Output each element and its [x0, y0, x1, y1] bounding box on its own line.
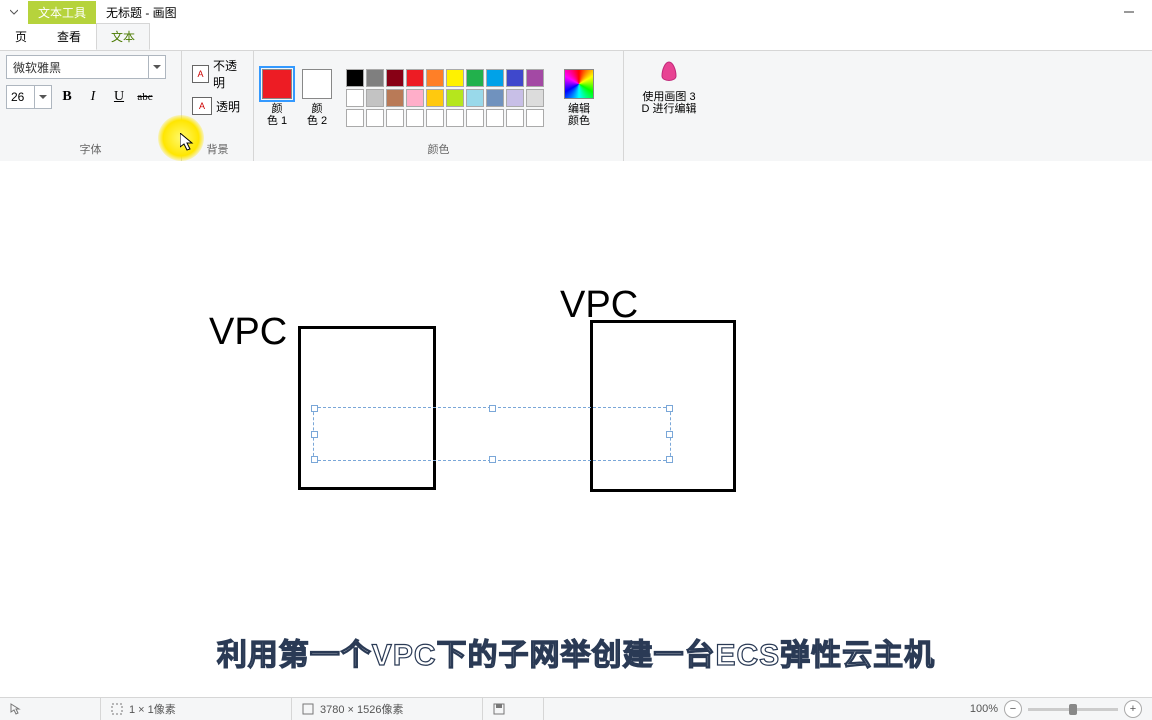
group-label-background: 背景: [188, 141, 247, 159]
opaque-option[interactable]: A 不透明: [188, 55, 247, 93]
font-family-value: 微软雅黑: [7, 59, 148, 76]
status-bar: 1 × 1像素 3780 × 1526像素 100% − +: [0, 697, 1152, 720]
text-input-box[interactable]: [313, 407, 671, 461]
ribbon-tabs: 页 查看 文本: [0, 24, 1152, 50]
palette-swatch[interactable]: [386, 109, 404, 127]
palette-swatch[interactable]: [526, 69, 544, 87]
minimize-button[interactable]: [1106, 0, 1152, 24]
palette-swatch[interactable]: [406, 69, 424, 87]
palette-swatch[interactable]: [486, 109, 504, 127]
font-size-value: 26: [7, 90, 34, 104]
palette-swatch[interactable]: [386, 69, 404, 87]
canvas-area[interactable]: VPC VPC 利用第一个VPC下的子网举创建一台ECS弹性云主机: [0, 161, 1152, 698]
chevron-down-icon[interactable]: [34, 86, 51, 108]
palette-swatch[interactable]: [346, 89, 364, 107]
edit-colors-button[interactable]: 编辑颜色: [558, 69, 600, 127]
palette-swatch[interactable]: [366, 69, 384, 87]
palette-swatch[interactable]: [526, 109, 544, 127]
group-background: A 不透明 A 透明 背景: [182, 51, 254, 161]
palette-swatch[interactable]: [446, 89, 464, 107]
palette-swatch[interactable]: [466, 69, 484, 87]
zoom-value: 100%: [970, 703, 998, 715]
cursor-dim: 1 × 1像素: [129, 701, 176, 717]
palette-swatch[interactable]: [506, 109, 524, 127]
qat-customize[interactable]: [6, 4, 22, 20]
transparent-icon: A: [192, 97, 212, 115]
zoom-slider[interactable]: [1028, 708, 1118, 711]
group-paint3d: 使用画图 3D 进行编辑: [624, 51, 714, 161]
color1-swatch: [263, 70, 291, 98]
selection-dim-icon: [111, 703, 123, 715]
palette-swatch[interactable]: [406, 89, 424, 107]
palette-swatch[interactable]: [466, 89, 484, 107]
italic-button[interactable]: I: [82, 86, 104, 108]
color2-button[interactable]: 颜色 2: [300, 69, 334, 127]
palette-swatch[interactable]: [346, 109, 364, 127]
window-title: 无标题 - 画图: [106, 4, 177, 21]
palette-swatch[interactable]: [346, 69, 364, 87]
canvas-rect-2: [590, 320, 736, 492]
ribbon: 微软雅黑 26 B I U abc 字体: [0, 50, 1152, 162]
zoom-out-button[interactable]: −: [1004, 700, 1022, 718]
opaque-icon: A: [192, 65, 209, 83]
palette-swatch[interactable]: [446, 69, 464, 87]
group-label-colors: 颜色: [260, 141, 617, 159]
zoom-in-button[interactable]: +: [1124, 700, 1142, 718]
canvas-text-1: VPC: [209, 311, 287, 354]
title-bar: 文本工具 无标题 - 画图: [0, 0, 1152, 24]
strikethrough-button[interactable]: abc: [134, 86, 156, 108]
zoom-control[interactable]: 100% − +: [960, 700, 1152, 718]
chevron-down-icon[interactable]: [148, 56, 165, 78]
save-icon: [493, 703, 505, 715]
palette-swatch[interactable]: [506, 89, 524, 107]
palette-swatch[interactable]: [366, 89, 384, 107]
color2-swatch: [303, 70, 331, 98]
group-label-font: 字体: [6, 141, 175, 159]
group-font: 微软雅黑 26 B I U abc 字体: [0, 51, 182, 161]
palette-swatch[interactable]: [466, 109, 484, 127]
cursor-pos-icon: [10, 703, 22, 715]
paint3d-icon: [655, 59, 683, 87]
palette-swatch[interactable]: [426, 69, 444, 87]
palette-swatch[interactable]: [426, 109, 444, 127]
tab-home[interactable]: 页: [0, 23, 42, 50]
canvas-dim: 3780 × 1526像素: [320, 701, 403, 717]
transparent-option[interactable]: A 透明: [188, 95, 247, 117]
palette-swatch[interactable]: [446, 109, 464, 127]
palette-swatch[interactable]: [526, 89, 544, 107]
palette-swatch[interactable]: [486, 89, 504, 107]
bold-button[interactable]: B: [56, 86, 78, 108]
context-tab-label: 文本工具: [28, 1, 96, 24]
palette-swatch[interactable]: [486, 69, 504, 87]
palette-swatch[interactable]: [386, 89, 404, 107]
color-wheel-icon: [564, 69, 594, 99]
paint3d-button[interactable]: 使用画图 3D 进行编辑: [630, 55, 708, 119]
group-colors: 颜色 1 颜色 2 编辑颜色 颜色: [254, 51, 624, 161]
font-family-select[interactable]: 微软雅黑: [6, 55, 166, 79]
underline-button[interactable]: U: [108, 86, 130, 108]
color-palette: [346, 69, 544, 127]
video-caption: 利用第一个VPC下的子网举创建一台ECS弹性云主机: [0, 630, 1152, 674]
color1-button[interactable]: 颜色 1: [260, 69, 294, 127]
palette-swatch[interactable]: [506, 69, 524, 87]
palette-swatch[interactable]: [366, 109, 384, 127]
tab-view[interactable]: 查看: [42, 23, 96, 50]
tab-text[interactable]: 文本: [96, 23, 150, 50]
canvas-dim-icon: [302, 703, 314, 715]
palette-swatch[interactable]: [426, 89, 444, 107]
font-size-select[interactable]: 26: [6, 85, 52, 109]
palette-swatch[interactable]: [406, 109, 424, 127]
